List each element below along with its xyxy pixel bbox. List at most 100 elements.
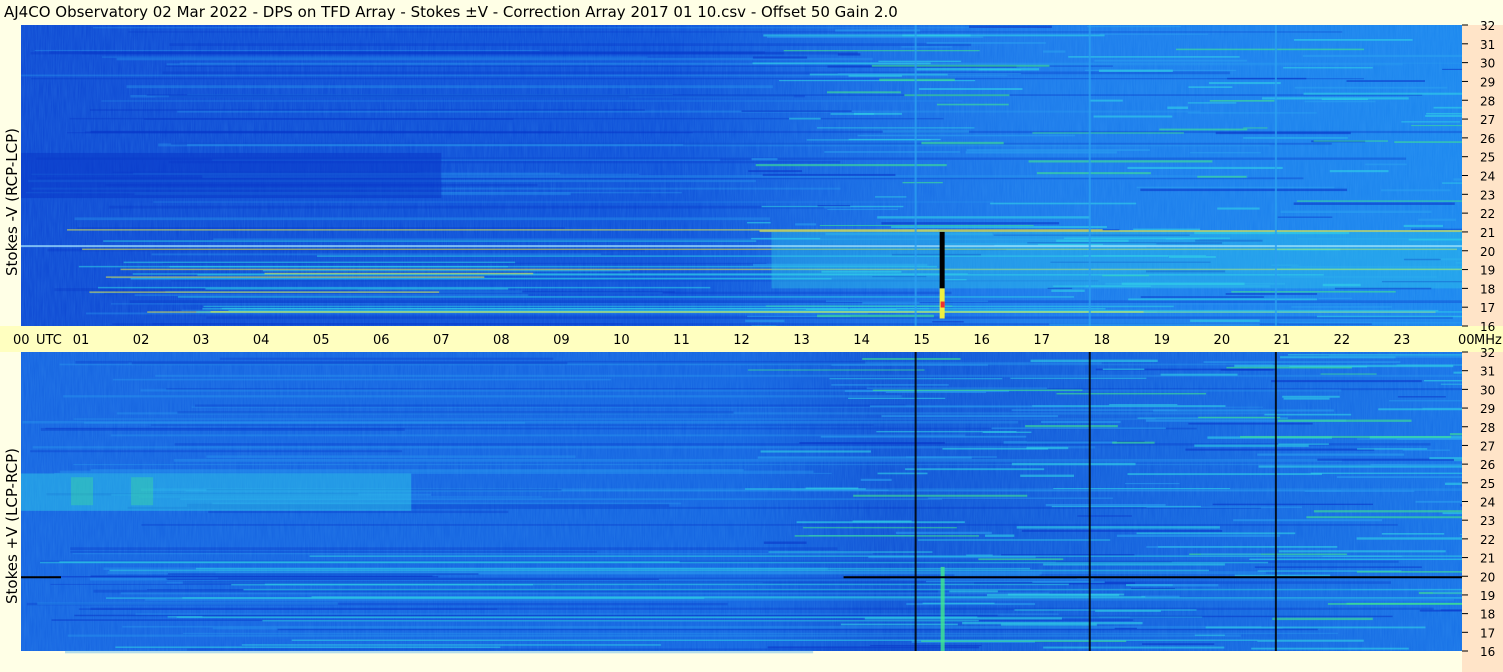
low-freq-stripe bbox=[291, 639, 1258, 642]
y-tick-label: 24 bbox=[1480, 496, 1495, 510]
activity-stripe bbox=[878, 60, 962, 62]
texture-stripe bbox=[162, 71, 1230, 75]
activity-stripe bbox=[1294, 38, 1413, 41]
activity-stripe bbox=[877, 472, 928, 475]
vertical-interference-line bbox=[1274, 352, 1277, 651]
activity-stripe bbox=[1313, 510, 1462, 513]
y-tick-label: 22 bbox=[1480, 533, 1495, 547]
texture-stripe bbox=[37, 602, 338, 605]
activity-stripe bbox=[902, 34, 1105, 37]
y-tick-label: 30 bbox=[1480, 57, 1495, 71]
x-tick-label: 14 bbox=[853, 333, 870, 348]
activity-stripe bbox=[745, 319, 785, 323]
activity-stripe bbox=[1426, 112, 1462, 115]
activity-stripe bbox=[1402, 449, 1450, 451]
activity-stripe bbox=[1045, 503, 1166, 507]
activity-stripe bbox=[1356, 570, 1462, 573]
texture-stripe bbox=[219, 357, 554, 360]
activity-stripe bbox=[1188, 422, 1313, 425]
activity-stripe bbox=[1233, 519, 1383, 522]
low-freq-stripe bbox=[243, 588, 1463, 591]
activity-stripe bbox=[969, 25, 1052, 29]
y-tick-label: 25 bbox=[1480, 151, 1495, 165]
activity-stripe bbox=[1011, 462, 1136, 466]
activity-stripe bbox=[1140, 188, 1348, 192]
low-freq-stripe bbox=[168, 573, 479, 575]
activity-stripe bbox=[1401, 121, 1461, 123]
texture-stripe bbox=[155, 374, 1463, 377]
activity-stripe bbox=[1424, 379, 1462, 382]
activity-stripe bbox=[1278, 550, 1446, 553]
texture-stripe bbox=[152, 323, 623, 325]
texture-stripe bbox=[92, 27, 1038, 29]
activity-stripe bbox=[1442, 68, 1462, 70]
activity-stripe bbox=[790, 489, 889, 491]
activity-stripe bbox=[1397, 396, 1446, 398]
activity-stripe bbox=[1378, 408, 1462, 411]
activity-stripe bbox=[1306, 516, 1462, 519]
texture-stripe bbox=[110, 303, 1362, 305]
texture-stripe bbox=[126, 85, 773, 89]
activity-stripe bbox=[1043, 646, 1225, 649]
bottom-panel-spectrogram bbox=[21, 352, 1463, 654]
vertical-interference-line bbox=[914, 25, 917, 326]
activity-stripe bbox=[1217, 207, 1260, 210]
activity-stripe bbox=[763, 541, 807, 544]
activity-stripe bbox=[1293, 202, 1455, 205]
activity-stripe bbox=[916, 68, 1040, 71]
activity-stripe bbox=[1133, 228, 1201, 231]
texture-stripe bbox=[90, 607, 1434, 610]
x-tick-label: 19 bbox=[1154, 333, 1171, 348]
texture-stripe bbox=[206, 455, 576, 458]
texture-stripe bbox=[34, 49, 540, 52]
texture-stripe bbox=[144, 118, 514, 120]
x-tick-label: 00 bbox=[13, 333, 30, 348]
activity-stripe bbox=[949, 590, 998, 593]
activity-stripe bbox=[1257, 453, 1405, 456]
activity-stripe bbox=[1283, 67, 1373, 69]
activity-stripe bbox=[917, 539, 1111, 541]
activity-stripe bbox=[1112, 441, 1155, 444]
texture-stripe bbox=[72, 553, 873, 555]
x-tick-label: 10 bbox=[613, 333, 630, 348]
texture-stripe bbox=[84, 421, 526, 424]
y-tick-label: 26 bbox=[1480, 458, 1495, 472]
activity-stripe bbox=[767, 36, 984, 38]
activity-stripe bbox=[1251, 647, 1409, 650]
activity-stripe bbox=[1142, 643, 1215, 645]
y-tick-label: 26 bbox=[1480, 132, 1495, 146]
y-tick-label: 19 bbox=[1480, 589, 1495, 603]
activity-stripe bbox=[1010, 377, 1147, 379]
activity-stripe bbox=[1380, 189, 1451, 192]
activity-stripe bbox=[783, 50, 980, 52]
activity-stripe bbox=[1032, 132, 1184, 134]
activity-stripe bbox=[1356, 537, 1462, 540]
activity-stripe bbox=[962, 621, 1143, 625]
y-tick-label: 23 bbox=[1480, 188, 1495, 202]
activity-stripe bbox=[1209, 99, 1275, 102]
texture-stripe bbox=[112, 378, 612, 381]
low-freq-stripe bbox=[130, 277, 832, 280]
x-tick-label: 04 bbox=[253, 333, 270, 348]
activity-stripe bbox=[1215, 131, 1351, 135]
activity-stripe bbox=[824, 151, 961, 153]
activity-stripe bbox=[1102, 368, 1145, 371]
low-freq-stripe bbox=[103, 240, 757, 242]
activity-stripe bbox=[1140, 296, 1264, 298]
activity-stripe bbox=[1278, 443, 1329, 445]
texture-stripe bbox=[70, 551, 597, 553]
low-freq-stripe bbox=[228, 309, 1439, 312]
activity-stripe bbox=[1109, 404, 1178, 406]
activity-stripe bbox=[820, 435, 1027, 438]
y-tick-label: 28 bbox=[1480, 421, 1495, 435]
activity-stripe bbox=[1127, 166, 1283, 169]
vertical-interference-line bbox=[1088, 352, 1091, 651]
activity-stripe bbox=[990, 202, 1137, 205]
activity-stripe bbox=[1159, 128, 1248, 131]
activity-stripe bbox=[1093, 115, 1173, 118]
activity-stripe bbox=[760, 450, 871, 453]
activity-stripe bbox=[857, 134, 1076, 137]
activity-stripe bbox=[1043, 50, 1066, 53]
activity-stripe bbox=[879, 78, 955, 82]
activity-stripe bbox=[1453, 371, 1462, 374]
